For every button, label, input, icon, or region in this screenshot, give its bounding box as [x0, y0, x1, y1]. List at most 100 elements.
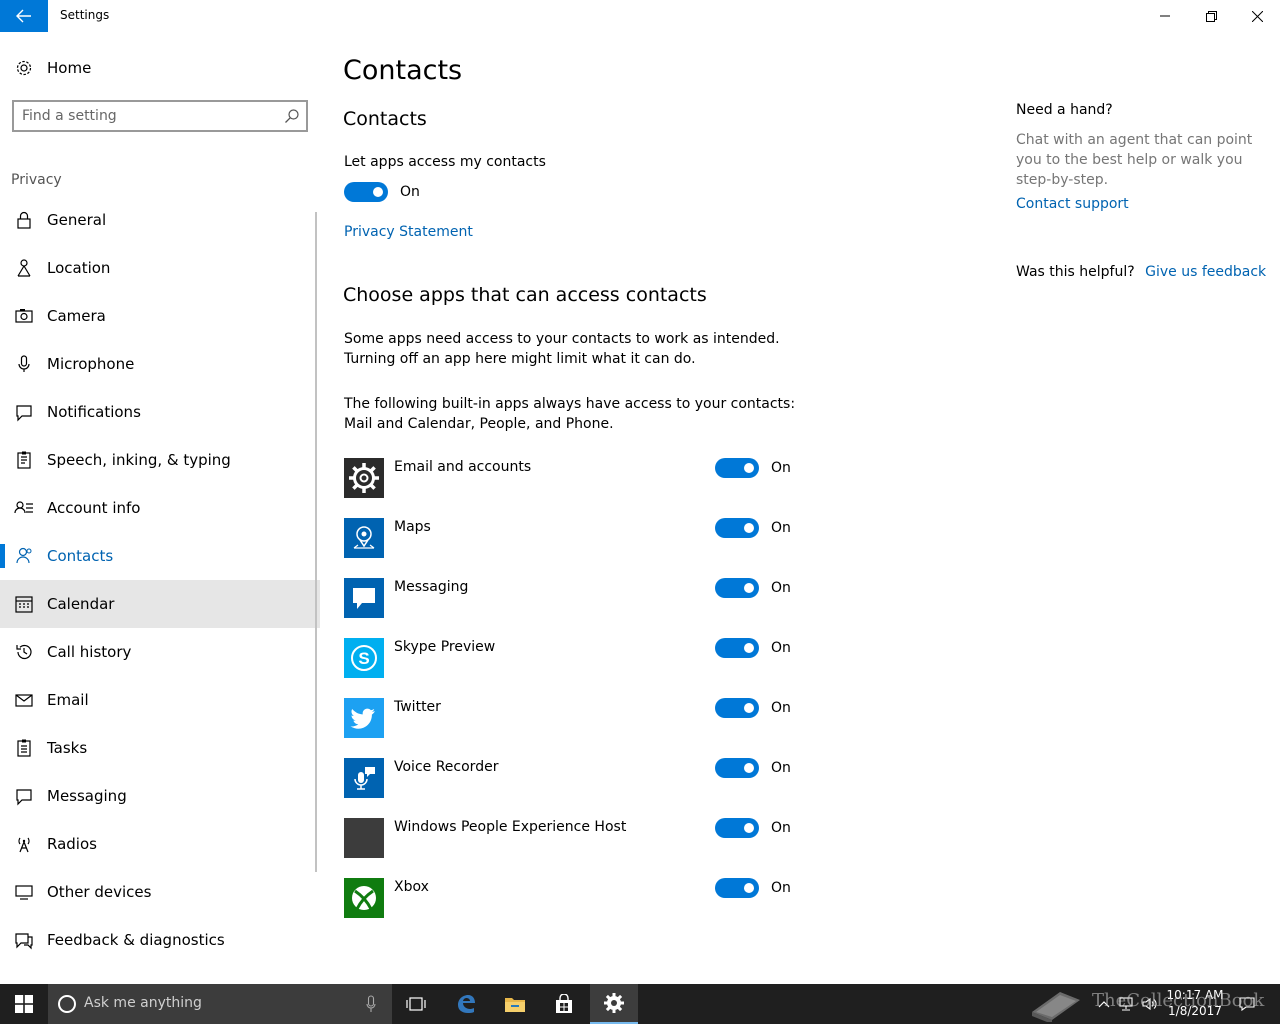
sidebar-item-messaging[interactable]: Messaging — [0, 772, 320, 820]
feedback-icon — [15, 933, 33, 950]
help-title: Need a hand? — [1016, 102, 1113, 118]
history-icon — [16, 644, 32, 660]
sidebar-item-label: Feedback & diagnostics — [47, 931, 225, 949]
minimize-icon — [1160, 15, 1170, 17]
settings-taskbar-button[interactable] — [590, 984, 638, 1024]
app-toggle[interactable] — [715, 578, 759, 598]
app-toggle[interactable] — [715, 458, 759, 478]
app-toggle[interactable] — [715, 518, 759, 538]
app-toggle[interactable] — [715, 758, 759, 778]
email-icon — [15, 694, 33, 707]
app-name: Skype Preview — [394, 639, 496, 655]
sidebar-item-microphone[interactable]: Microphone — [0, 340, 320, 388]
back-button[interactable] — [0, 0, 48, 32]
task-view-button[interactable] — [392, 984, 440, 1024]
sidebar-item-radios[interactable]: Radios — [0, 820, 320, 868]
app-name: Voice Recorder — [394, 759, 499, 775]
app-row-twitter: Twitter On — [344, 698, 804, 738]
sidebar-item-other-devices[interactable]: Other devices — [0, 868, 320, 916]
sidebar-item-label: Microphone — [47, 355, 135, 373]
main-content: Contacts Contacts Let apps access my con… — [320, 32, 980, 984]
file-explorer-button[interactable] — [491, 984, 539, 1024]
app-tile — [344, 878, 384, 918]
message-bubble-icon — [353, 588, 375, 609]
microphone-icon[interactable] — [366, 995, 376, 1013]
access-label: Let apps access my contacts — [344, 154, 546, 170]
close-button[interactable] — [1234, 0, 1280, 32]
sidebar-item-label: Notifications — [47, 403, 141, 421]
sidebar-item-notifications[interactable]: Notifications — [0, 388, 320, 436]
account-info-icon — [14, 501, 33, 514]
sidebar-item-camera[interactable]: Camera — [0, 292, 320, 340]
app-row-voice-recorder: Voice Recorder On — [344, 758, 804, 798]
sidebar-item-label: Camera — [47, 307, 106, 325]
radios-icon — [18, 837, 30, 853]
sidebar-item-label: Speech, inking, & typing — [47, 451, 231, 469]
start-button[interactable] — [0, 984, 48, 1024]
app-toggle[interactable] — [715, 818, 759, 838]
search-box[interactable] — [12, 100, 308, 132]
restore-button[interactable] — [1188, 0, 1234, 32]
close-icon — [1251, 10, 1263, 22]
app-toggle[interactable] — [715, 638, 759, 658]
sidebar-item-label: Contacts — [47, 547, 114, 565]
app-toggle[interactable] — [715, 698, 759, 718]
sidebar-item-label: Home — [47, 59, 92, 77]
search-icon[interactable] — [284, 108, 300, 124]
cortana-search-box[interactable]: Ask me anything — [48, 984, 392, 1024]
sidebar-item-tasks[interactable]: Tasks — [0, 724, 320, 772]
app-tile — [344, 578, 384, 618]
toggle-state-label: On — [771, 760, 791, 776]
other-devices-icon — [15, 885, 33, 900]
sidebar-item-account-info[interactable]: Account info — [0, 484, 320, 532]
give-feedback-link[interactable]: Give us feedback — [1145, 264, 1266, 280]
sidebar-item-label: Calendar — [47, 595, 115, 613]
sidebar-item-label: Account info — [47, 499, 141, 517]
privacy-statement-link[interactable]: Privacy Statement — [344, 222, 473, 242]
minimize-button[interactable] — [1142, 0, 1188, 32]
sidebar-item-call-history[interactable]: Call history — [0, 628, 320, 676]
section-title-contacts: Contacts — [343, 108, 427, 130]
app-row-skype: S Skype Preview On — [344, 638, 804, 678]
app-row-email-accounts: Email and accounts On — [344, 458, 804, 498]
app-toggle[interactable] — [715, 878, 759, 898]
arrow-left-icon — [16, 9, 31, 23]
help-text: Chat with an agent that can point you to… — [1016, 132, 1253, 188]
sidebar-item-email[interactable]: Email — [0, 676, 320, 724]
task-view-icon — [406, 997, 426, 1011]
edge-button[interactable] — [442, 984, 490, 1024]
contacts-access-toggle[interactable] — [344, 182, 388, 202]
edge-icon — [458, 995, 475, 1013]
sidebar-item-speech[interactable]: Speech, inking, & typing — [0, 436, 320, 484]
sidebar-item-general[interactable]: General — [0, 196, 320, 244]
helpful-row: Was this helpful? Give us feedback — [1016, 264, 1266, 280]
toggle-state-label: On — [771, 460, 791, 476]
app-name: Messaging — [394, 579, 469, 595]
app-name: Twitter — [394, 699, 441, 715]
sidebar-item-label: Messaging — [47, 787, 127, 805]
sidebar-item-label: Email — [47, 691, 89, 709]
sidebar-item-feedback[interactable]: Feedback & diagnostics — [0, 916, 320, 964]
app-tile — [344, 458, 384, 498]
sidebar-item-contacts[interactable]: Contacts — [0, 532, 320, 580]
sidebar-item-home[interactable]: Home — [0, 52, 320, 84]
xbox-icon — [352, 886, 376, 910]
sidebar-item-location[interactable]: Location — [0, 244, 320, 292]
description-line: Some apps need access to your contacts t… — [344, 331, 780, 347]
skype-icon: S — [351, 645, 377, 671]
toggle-state-label: On — [771, 880, 791, 896]
contact-support-link[interactable]: Contact support — [1016, 196, 1129, 212]
sidebar-item-calendar[interactable]: Calendar — [0, 580, 320, 628]
sidebar-scrollbar[interactable] — [315, 212, 317, 872]
notifications-icon — [16, 405, 32, 422]
sidebar-item-label: Location — [47, 259, 111, 277]
watermark-text: TheCollectionBook — [1092, 990, 1265, 1011]
folder-icon — [505, 998, 525, 1012]
store-button[interactable] — [540, 984, 588, 1024]
title-bar: Settings — [0, 0, 1280, 32]
sidebar-item-label: Other devices — [47, 883, 152, 901]
app-tile: S — [344, 638, 384, 678]
store-icon — [556, 994, 572, 1013]
messaging-icon — [16, 789, 32, 806]
search-input[interactable] — [22, 106, 272, 126]
